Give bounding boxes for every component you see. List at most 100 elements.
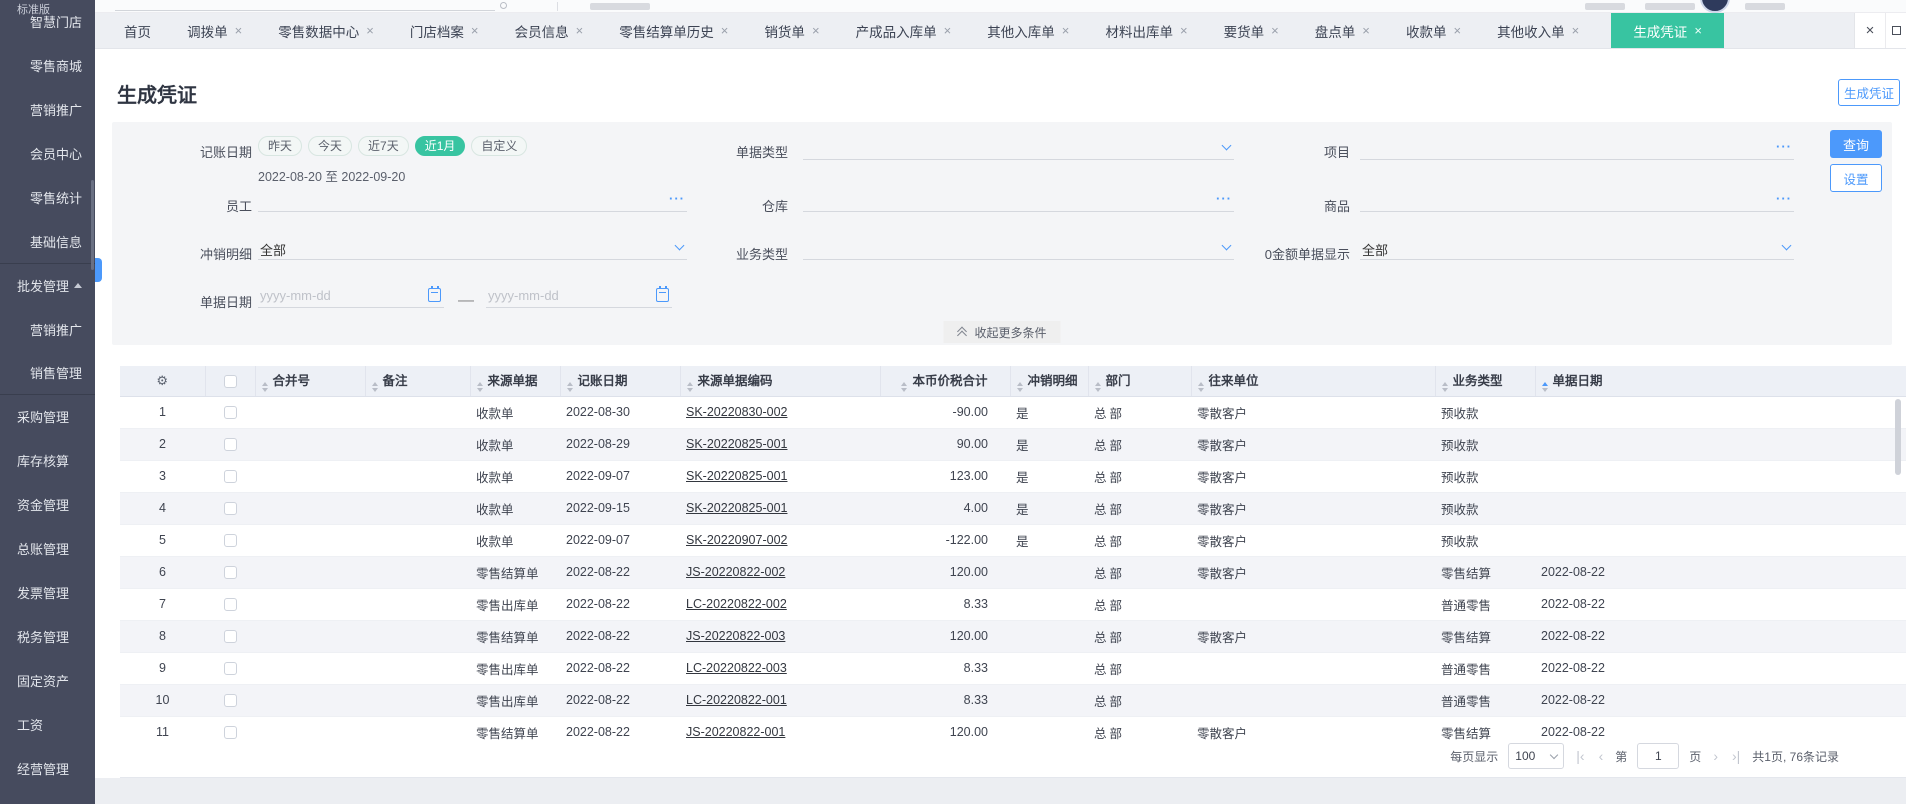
settings-button[interactable]: 设置 [1830, 164, 1882, 192]
source-code-link[interactable]: SK-20220825-001 [686, 469, 787, 483]
sort-icon[interactable] [1016, 381, 1023, 392]
row-checkbox[interactable] [205, 492, 255, 525]
column-header-来源单据[interactable]: 来源单据 [470, 366, 561, 397]
sidebar-item-基础信息[interactable]: 基础信息 [0, 219, 95, 263]
checkbox-icon[interactable] [223, 470, 237, 484]
tab-调拨单[interactable]: 调拨单 × [183, 13, 246, 48]
employee-input[interactable]: ··· [258, 188, 687, 212]
cell-source-code[interactable]: LC-20220822-002 [680, 588, 880, 621]
row-checkbox[interactable] [205, 524, 255, 557]
source-code-link[interactable]: JS-20220822-002 [686, 565, 785, 579]
tab-要货单[interactable]: 要货单 × [1220, 13, 1283, 48]
sidebar-item-总账管理[interactable]: 总账管理 [0, 527, 95, 571]
fullscreen-icon[interactable] [1886, 26, 1906, 35]
sort-icon[interactable] [476, 381, 483, 392]
zero-amount-select[interactable]: 全部 [1360, 236, 1794, 260]
row-checkbox[interactable] [205, 460, 255, 493]
sort-icon[interactable] [1197, 381, 1204, 392]
gear-icon[interactable]: ⚙ [156, 373, 168, 388]
doc-date-end-input[interactable]: yyyy-mm-dd [486, 284, 672, 308]
last-page-icon[interactable]: ›| [1730, 748, 1742, 764]
column-header-合并号[interactable]: 合并号 [255, 366, 366, 397]
calendar-icon[interactable] [656, 286, 669, 302]
sidebar-item-工资[interactable]: 工资 [0, 702, 95, 746]
writeoff-select[interactable]: 全部 [258, 236, 687, 260]
tab-close-icon[interactable]: × [944, 23, 952, 38]
cell-source-code[interactable]: LC-20220822-001 [680, 684, 880, 717]
tab-收款单[interactable]: 收款单 × [1402, 13, 1465, 48]
date-pill-自定义[interactable]: 自定义 [471, 136, 528, 156]
column-header-来源单据编码[interactable]: 来源单据编码 [680, 366, 881, 397]
tab-close-icon[interactable]: × [1062, 23, 1070, 38]
column-header-部门[interactable]: 部门 [1088, 366, 1192, 397]
sidebar-item-经营管理[interactable]: 经营管理 [0, 746, 95, 790]
date-pill-今天[interactable]: 今天 [308, 136, 353, 156]
per-page-select[interactable]: 100 [1508, 743, 1565, 769]
row-checkbox[interactable] [205, 716, 255, 740]
sidebar-item-库存核算[interactable]: 库存核算 [0, 439, 95, 483]
sidebar-collapse-handle[interactable] [95, 258, 102, 282]
row-checkbox[interactable] [205, 396, 255, 429]
date-pill-近7天[interactable]: 近7天 [358, 136, 409, 156]
sort-icon[interactable] [1094, 381, 1101, 392]
goods-input[interactable]: ··· [1360, 188, 1794, 212]
tab-零售数据中心[interactable]: 零售数据中心 × [274, 13, 378, 48]
tab-close-icon[interactable]: × [721, 23, 729, 38]
column-header-冲销明细[interactable]: 冲销明细 [1010, 366, 1089, 397]
tab-其他入库单[interactable]: 其他入库单 × [983, 13, 1073, 48]
ellipsis-icon[interactable]: ··· [1776, 191, 1792, 206]
checkbox-icon[interactable] [223, 694, 237, 708]
cell-source-code[interactable]: LC-20220822-003 [680, 652, 880, 685]
tab-零售结算单历史[interactable]: 零售结算单历史 × [615, 13, 732, 48]
cell-source-code[interactable]: JS-20220822-002 [680, 556, 880, 589]
sort-icon[interactable] [261, 381, 268, 392]
cell-source-code[interactable]: SK-20220825-001 [680, 492, 880, 525]
column-header-单据日期[interactable]: 单据日期 [1535, 366, 1906, 397]
sidebar-item-固定资产[interactable]: 固定资产 [0, 658, 95, 702]
checkbox-icon[interactable] [223, 630, 237, 644]
tab-盘点单[interactable]: 盘点单 × [1311, 13, 1374, 48]
column-settings[interactable]: ⚙ [120, 366, 206, 397]
query-button[interactable]: 查询 [1830, 130, 1882, 158]
tab-会员信息[interactable]: 会员信息 × [511, 13, 588, 48]
tab-门店档案[interactable]: 门店档案 × [406, 13, 483, 48]
source-code-link[interactable]: SK-20220825-001 [686, 501, 787, 515]
close-all-tabs-icon[interactable]: × [1855, 13, 1886, 48]
cell-source-code[interactable]: SK-20220825-001 [680, 428, 880, 461]
row-checkbox[interactable] [205, 588, 255, 621]
tab-其他收入单[interactable]: 其他收入单 × [1493, 13, 1583, 48]
source-code-link[interactable]: SK-20220907-002 [686, 533, 787, 547]
sort-icon[interactable] [1441, 381, 1448, 392]
tab-close-icon[interactable]: × [366, 23, 374, 38]
collapse-filters-button[interactable]: 收起更多条件 [943, 321, 1061, 343]
row-checkbox[interactable] [205, 620, 255, 653]
column-header-往来单位[interactable]: 往来单位 [1191, 366, 1436, 397]
sidebar-item-发票管理[interactable]: 发票管理 [0, 571, 95, 615]
row-checkbox[interactable] [205, 652, 255, 685]
tab-首页[interactable]: 首页 [120, 13, 155, 48]
cell-source-code[interactable]: SK-20220825-001 [680, 460, 880, 493]
column-header-备注[interactable]: 备注 [365, 366, 471, 397]
tab-close-icon[interactable]: × [1271, 23, 1279, 38]
tab-生成凭证[interactable]: 生成凭证 × [1611, 13, 1724, 48]
search-icon[interactable] [500, 2, 507, 9]
tab-材料出库单[interactable]: 材料出库单 × [1101, 13, 1191, 48]
tab-close-icon[interactable]: × [471, 23, 479, 38]
generate-voucher-button[interactable]: 生成凭证 [1838, 79, 1900, 106]
tab-close-icon[interactable]: × [1453, 23, 1461, 38]
sidebar-item-零售商城[interactable]: 零售商城 [0, 44, 95, 88]
tab-销货单[interactable]: 销货单 × [760, 13, 823, 48]
sidebar-item-采购管理[interactable]: 采购管理 [0, 395, 95, 439]
tab-close-icon[interactable]: × [1362, 23, 1370, 38]
checkbox-icon[interactable] [223, 502, 237, 516]
column-header-业务类型[interactable]: 业务类型 [1435, 366, 1536, 397]
checkbox-icon[interactable] [223, 566, 237, 580]
tab-产成品入库单[interactable]: 产成品入库单 × [852, 13, 956, 48]
warehouse-input[interactable]: ··· [803, 188, 1234, 212]
ellipsis-icon[interactable]: ··· [1776, 139, 1792, 154]
doc-type-select[interactable] [803, 136, 1234, 160]
source-code-link[interactable]: JS-20220822-001 [686, 725, 785, 739]
sidebar-item-销售管理[interactable]: 销售管理 [0, 351, 95, 396]
source-code-link[interactable]: LC-20220822-003 [686, 661, 787, 675]
tab-close-icon[interactable]: × [1694, 23, 1702, 38]
